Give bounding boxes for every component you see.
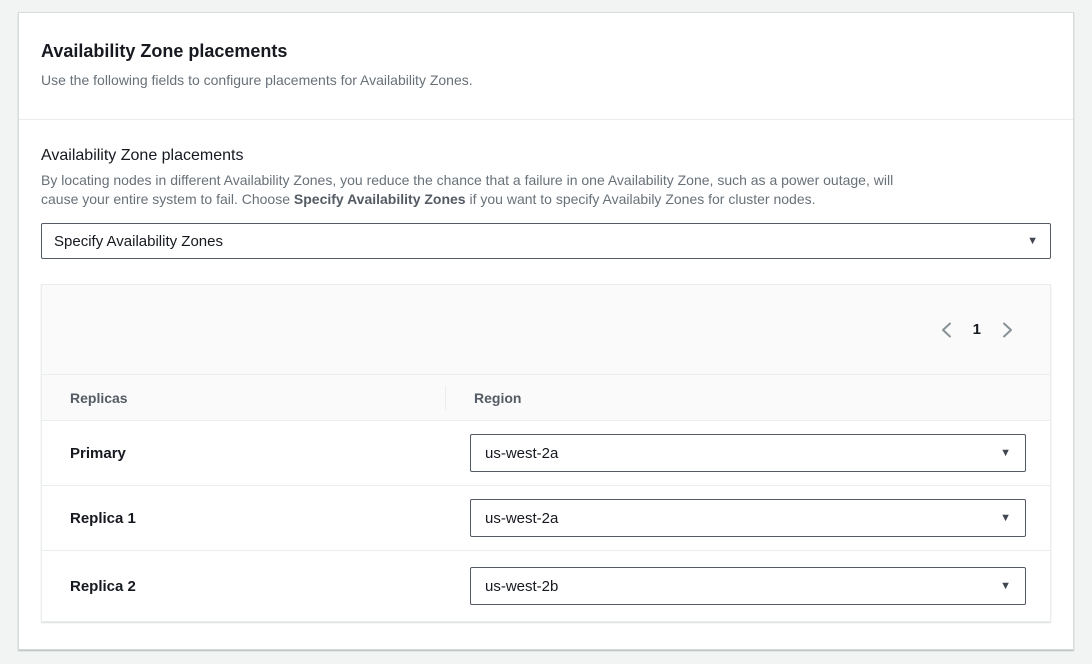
replicas-table: 1 Replicas Region Primary us-west-2a ▼ <box>41 284 1051 622</box>
chevron-down-icon: ▼ <box>1000 447 1011 459</box>
description-line-1: By locating nodes in different Availabil… <box>41 171 1051 190</box>
specify-az-emphasis: Specify Availability Zones <box>294 191 466 207</box>
pagination: 1 <box>938 321 1016 339</box>
az-placements-description: By locating nodes in different Availabil… <box>41 171 1051 209</box>
region-select-replica-2[interactable]: us-west-2b ▼ <box>470 567 1026 605</box>
table-row-replica-2: Replica 2 us-west-2b ▼ <box>42 551 1050 621</box>
column-header-replicas: Replicas <box>42 390 445 406</box>
region-select-replica-1[interactable]: us-west-2a ▼ <box>470 499 1026 537</box>
page-subtitle: Use the following fields to configure pl… <box>41 71 1051 89</box>
region-cell: us-west-2a ▼ <box>446 499 1050 537</box>
page-number-1[interactable]: 1 <box>971 321 983 338</box>
region-cell: us-west-2a ▼ <box>446 434 1050 472</box>
chevron-right-icon <box>1002 322 1013 338</box>
replica-label: Replica 2 <box>42 578 446 595</box>
previous-page-button[interactable] <box>938 321 956 339</box>
next-page-button[interactable] <box>998 321 1016 339</box>
region-select-value: us-west-2a <box>485 510 558 527</box>
card-header: Availability Zone placements Use the fol… <box>19 13 1073 120</box>
az-placement-mode-value: Specify Availability Zones <box>54 233 223 250</box>
column-header-region: Region <box>446 390 1050 406</box>
region-cell: us-west-2b ▼ <box>446 567 1050 605</box>
table-toolbar: 1 <box>42 285 1050 375</box>
chevron-down-icon: ▼ <box>1000 580 1011 592</box>
table-header-row: Replicas Region <box>42 375 1050 421</box>
region-select-value: us-west-2a <box>485 445 558 462</box>
availability-zone-placements-card: Availability Zone placements Use the fol… <box>18 12 1074 650</box>
chevron-down-icon: ▼ <box>1027 235 1038 247</box>
region-select-primary[interactable]: us-west-2a ▼ <box>470 434 1026 472</box>
page-title: Availability Zone placements <box>41 40 1051 62</box>
chevron-down-icon: ▼ <box>1000 512 1011 524</box>
table-row-replica-1: Replica 1 us-west-2a ▼ <box>42 486 1050 551</box>
description-line-2: cause your entire system to fail. Choose… <box>41 190 1051 209</box>
card-content: Availability Zone placements By locating… <box>19 120 1073 647</box>
region-select-value: us-west-2b <box>485 578 558 595</box>
az-placement-mode-select[interactable]: Specify Availability Zones ▼ <box>41 223 1051 259</box>
table-row-primary: Primary us-west-2a ▼ <box>42 421 1050 486</box>
replica-label: Replica 1 <box>42 510 446 527</box>
replica-label: Primary <box>42 445 446 462</box>
chevron-left-icon <box>941 322 952 338</box>
az-placements-field-label: Availability Zone placements <box>41 146 1051 165</box>
